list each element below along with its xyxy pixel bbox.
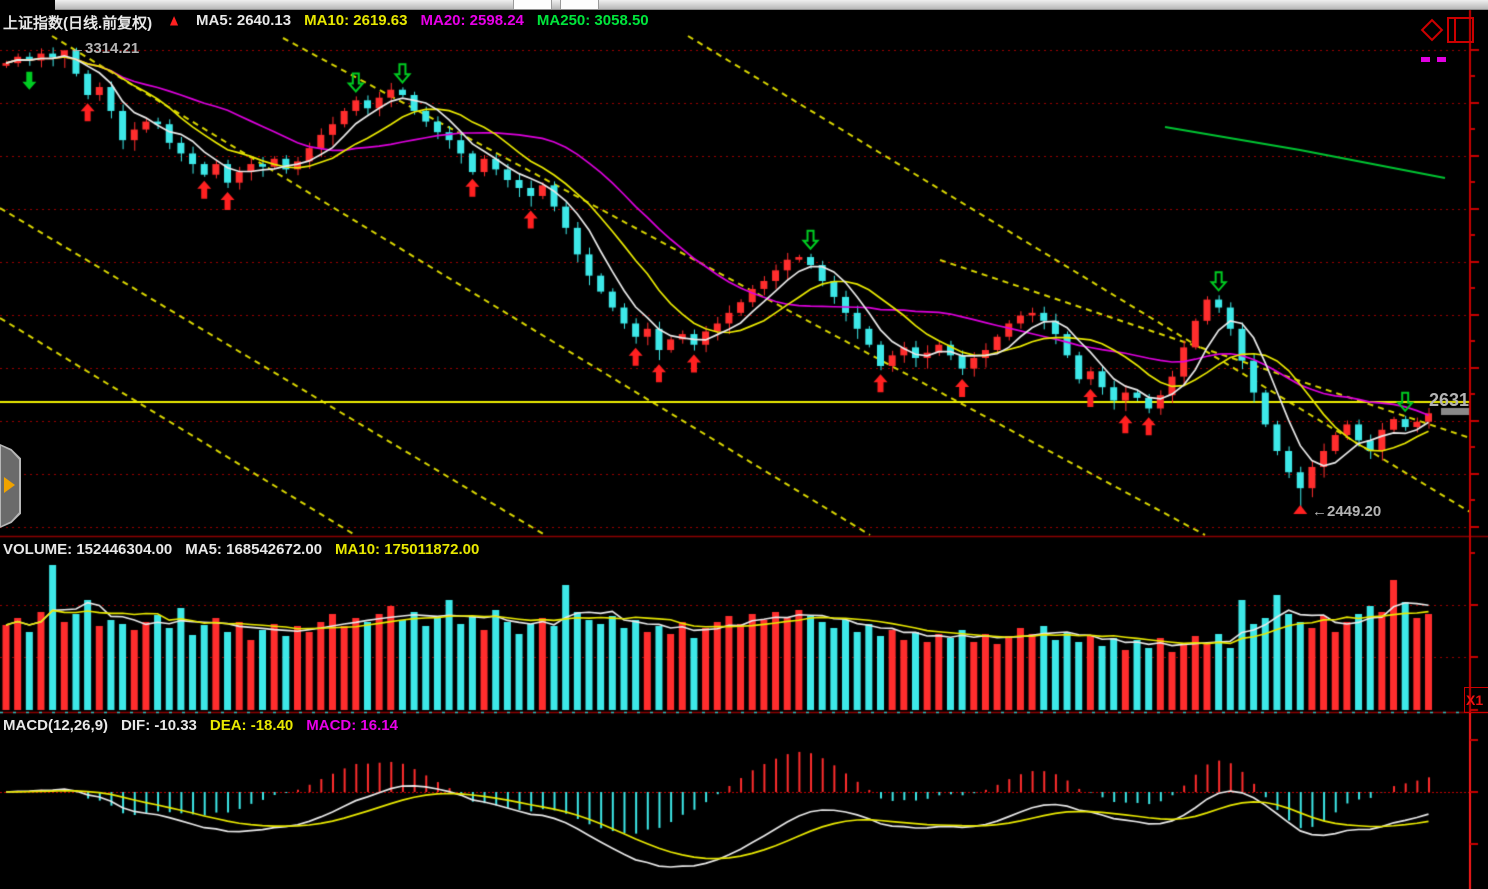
split-window-icon[interactable] xyxy=(1447,17,1474,43)
dif-value: DIF: -10.33 xyxy=(121,717,197,734)
ma250-value: MA250: 3058.50 xyxy=(537,12,649,33)
toolbar-tab[interactable] xyxy=(513,0,552,9)
sidebar-flyout-handle[interactable] xyxy=(0,444,21,528)
last-price-label: 2631 xyxy=(1429,390,1469,411)
volume-value: VOLUME: 152446304.00 xyxy=(3,541,172,558)
symbol-title: 上证指数(日线.前复权) xyxy=(3,12,152,33)
volume-ma10-value: MA10: 175011872.00 xyxy=(335,541,479,558)
expand-arrow-icon xyxy=(4,477,15,493)
dea-value: DEA: -18.40 xyxy=(210,717,293,734)
signal-up-arrow-icon: ▲ xyxy=(167,10,181,34)
high-price-label: ←3314.21 xyxy=(70,40,139,57)
macd-value: MACD: 16.14 xyxy=(306,717,398,734)
toolbar-tab[interactable] xyxy=(560,0,599,9)
macd-pane-header: MACD(12,26,9) DIF: -10.33 DEA: -18.40 MA… xyxy=(3,717,398,734)
ma20-value: MA20: 2598.24 xyxy=(421,12,524,33)
volume-ma5-value: MA5: 168542672.00 xyxy=(185,541,322,558)
volume-scale-box[interactable]: X1 xyxy=(1464,687,1488,713)
low-price-label: ←2449.20 xyxy=(1312,503,1381,520)
stock-chart-canvas[interactable] xyxy=(0,0,1488,889)
trading-app-window: { "colors": { "background": "#000000", "… xyxy=(0,0,1488,889)
ma10-value: MA10: 2619.63 xyxy=(304,12,407,33)
split-window-divider xyxy=(1454,19,1456,41)
ma5-value: MA5: 2640.13 xyxy=(196,12,291,33)
price-pane-header: 上证指数(日线.前复权) ▲ MA5: 2640.13 MA10: 2619.6… xyxy=(3,12,649,33)
indicator-dash-icon xyxy=(1421,57,1430,62)
volume-pane-header: VOLUME: 152446304.00 MA5: 168542672.00 M… xyxy=(3,541,479,558)
window-top-strip xyxy=(55,0,1488,10)
indicator-dash-icon xyxy=(1437,57,1446,62)
macd-name: MACD(12,26,9) xyxy=(3,717,108,734)
